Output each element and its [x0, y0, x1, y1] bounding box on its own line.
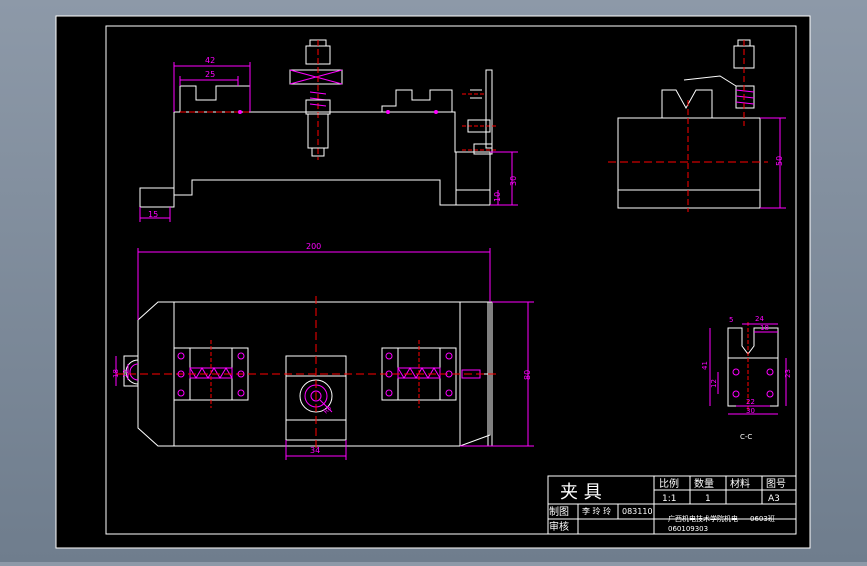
qty-value: 1 [705, 494, 711, 504]
dim-side-10: 10 [493, 192, 502, 202]
drawing-no-header: 图号 [766, 478, 786, 490]
school-name: 广西机电技术学院机电 [668, 514, 738, 523]
sheet-background [56, 16, 810, 548]
dim-side-30: 30 [509, 176, 518, 186]
drawn-date: 083110 [622, 507, 653, 516]
drawn-label: 制图 [549, 505, 569, 518]
dim-detail-41: 41 [701, 361, 709, 370]
dim-detail-18: 18 [760, 324, 769, 332]
dim-detail-24: 24 [755, 315, 764, 323]
dim-plan-34: 34 [310, 446, 320, 455]
scale-value: 1:1 [662, 494, 676, 504]
dim-detail-23: 23 [784, 369, 792, 378]
qty-header: 数量 [694, 477, 714, 490]
dim-detail-22: 22 [746, 398, 755, 406]
material-header: 材料 [730, 477, 750, 490]
dim-plan-12: 12 [122, 369, 130, 378]
drawing-no-value: A3 [768, 494, 780, 504]
checked-label: 审核 [549, 520, 569, 533]
dim-top-25: 25 [205, 70, 215, 79]
dim-plan-80: 80 [523, 370, 532, 380]
dim-right-50: 50 [775, 156, 784, 166]
student-number: 060109303 [668, 525, 708, 533]
drawn-name: 李 玲 玲 [582, 506, 611, 516]
section-label: C-C [740, 433, 752, 441]
dim-detail-5: 5 [729, 316, 733, 324]
fixture-drawing: 42 25 15 10 30 50 200 80 34 18 12 R8 5 2… [55, 15, 811, 549]
class-name: 0603班 [750, 514, 775, 523]
title-name: 夹 具 [560, 482, 602, 503]
cad-viewport[interactable]: 42 25 15 10 30 50 200 80 34 18 12 R8 5 2… [0, 0, 867, 562]
dim-plan-200: 200 [306, 242, 321, 251]
scale-header: 比例 [659, 477, 679, 490]
dim-plan-18: 18 [112, 369, 120, 378]
dim-side-15: 15 [148, 210, 158, 219]
dim-detail-12: 12 [710, 379, 718, 388]
dim-top-42: 42 [205, 56, 215, 65]
dim-detail-30: 30 [746, 407, 755, 415]
